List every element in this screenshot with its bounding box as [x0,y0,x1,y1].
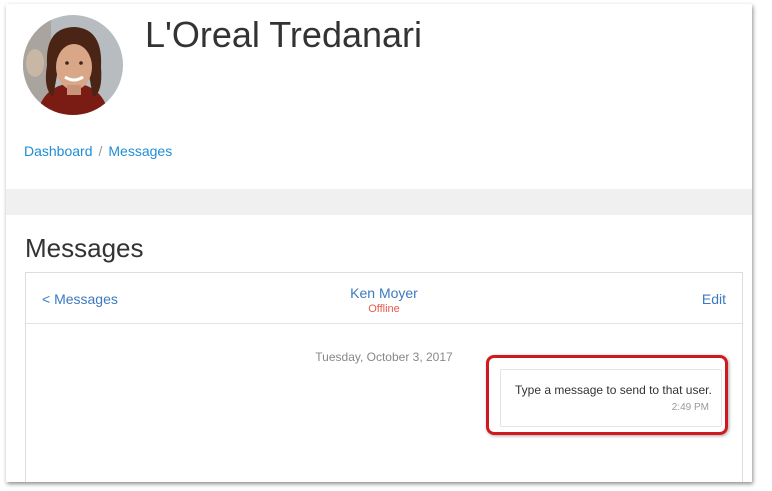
avatar [23,15,123,115]
breadcrumb: Dashboard / Messages [24,143,172,159]
breadcrumb-dashboard-link[interactable]: Dashboard [24,143,93,159]
conversation-header: < Messages Ken Moyer Offline Edit [26,273,742,324]
edit-conversation-link[interactable]: Edit [702,291,726,307]
contact-status: Offline [368,303,400,315]
breadcrumb-separator: / [98,143,103,159]
message-text: Type a message to send to that user. [515,383,712,397]
conversation-panel: < Messages Ken Moyer Offline Edit Tuesda… [25,272,743,482]
back-to-messages-link[interactable]: < Messages [42,291,118,307]
message-bubble: Type a message to send to that user. 2:4… [500,369,722,427]
page-title: Messages [25,233,144,263]
breadcrumb-messages-link[interactable]: Messages [108,143,172,159]
user-photo-icon [23,15,123,115]
divider-band [6,189,752,215]
contact-name[interactable]: Ken Moyer [284,285,484,301]
app-frame: L'Oreal Tredanari Dashboard / Messages Mes… [6,4,752,482]
profile-name: L'Oreal Tredanari [145,14,423,55]
contact-info: Ken Moyer Offline [284,285,484,317]
message-time: 2:49 PM [671,402,709,413]
conversation-date: Tuesday, October 3, 2017 [315,350,453,364]
